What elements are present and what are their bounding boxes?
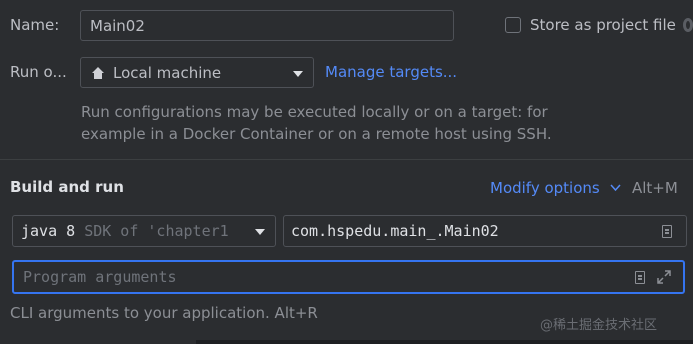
program-arguments-placeholder: Program arguments (23, 268, 177, 286)
run-target-selected: Local machine (113, 63, 222, 82)
chevron-down-icon (293, 71, 303, 77)
modify-options-shortcut: Alt+M (632, 179, 678, 197)
program-arguments-input[interactable]: Program arguments (12, 260, 685, 294)
section-divider (0, 159, 693, 160)
store-as-project-checkbox[interactable] (505, 17, 521, 33)
name-input-value: Main02 (90, 16, 145, 35)
modify-options-link[interactable]: Modify options (490, 179, 600, 197)
run-help-line-2: example in a Docker Container or on a re… (81, 125, 552, 143)
modify-options-chevron-icon[interactable] (610, 184, 621, 192)
store-as-project-label[interactable]: Store as project file (530, 16, 676, 34)
gear-icon[interactable] (683, 18, 693, 32)
browse-class-icon[interactable] (662, 225, 672, 238)
sdk-detail: SDK of 'chapter1 (84, 222, 229, 240)
run-help-line-1: Run configurations may be executed local… (81, 103, 548, 121)
main-class-input[interactable]: com.hspedu.main_.Main02 (283, 215, 687, 247)
program-arguments-hint: CLI arguments to your application. Alt+R (10, 304, 318, 322)
run-target-dropdown[interactable]: Local machine (80, 57, 314, 88)
main-class-value: com.hspedu.main_.Main02 (291, 222, 499, 240)
bottom-strip (196, 340, 693, 344)
run-on-label: Run o... (10, 63, 67, 81)
watermark: @稀土掘金技术社区 (540, 318, 658, 333)
sdk-name: java 8 (21, 222, 76, 240)
name-input[interactable]: Main02 (80, 10, 454, 41)
name-label: Name: (10, 16, 60, 34)
manage-targets-link[interactable]: Manage targets... (325, 63, 457, 81)
insert-macro-icon[interactable] (635, 271, 645, 284)
sdk-dropdown[interactable]: java 8 SDK of 'chapter1 (12, 215, 276, 247)
home-icon (92, 66, 104, 79)
expand-icon[interactable] (657, 270, 671, 284)
chevron-down-icon (255, 229, 265, 235)
build-and-run-heading: Build and run (10, 178, 124, 196)
